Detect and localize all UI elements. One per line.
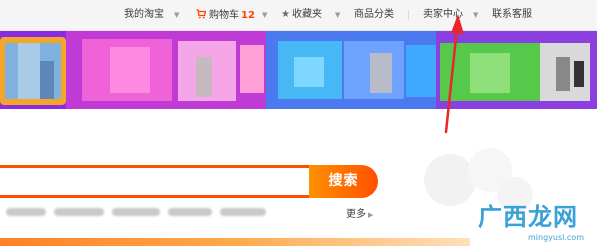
caret-down-icon[interactable]: ▼ — [174, 9, 179, 21]
nav-my-taobao[interactable]: 我的淘宝 — [124, 9, 164, 21]
more-label: 更多 — [346, 209, 366, 220]
hot-words-list — [0, 205, 280, 219]
hot-word[interactable] — [220, 208, 266, 216]
hot-word[interactable] — [168, 208, 212, 216]
top-nav-bar: 我的淘宝 ▼ 购物车 12 ▼ ★ 收藏夹 ▼ 商品分类 卖家中心 ▼ 联系客服 — [0, 0, 597, 31]
cart-count-badge: 12 — [241, 10, 255, 21]
nav-favorites[interactable]: ★ 收藏夹 — [281, 9, 322, 21]
chevron-right-icon: ▶ — [368, 211, 374, 219]
bottom-banner-strip — [0, 238, 470, 246]
cart-label: 购物车 — [209, 10, 239, 21]
caret-down-icon[interactable]: ▼ — [473, 9, 478, 21]
caret-down-icon[interactable]: ▼ — [335, 9, 340, 21]
watermark-url: mingyusl.com — [528, 233, 584, 242]
divider — [408, 10, 409, 20]
hot-word[interactable] — [54, 208, 104, 216]
star-icon: ★ — [281, 9, 290, 20]
caret-down-icon[interactable]: ▼ — [262, 9, 267, 21]
hot-word[interactable] — [6, 208, 46, 216]
search-input[interactable] — [0, 165, 309, 198]
promo-banner[interactable] — [0, 31, 597, 109]
nav-cart[interactable]: 购物车 12 — [196, 9, 255, 22]
cart-icon — [196, 9, 206, 19]
more-link[interactable]: 更多 ▶ — [346, 205, 373, 220]
hot-word[interactable] — [112, 208, 160, 216]
nav-seller-center[interactable]: 卖家中心 — [423, 9, 463, 21]
favorites-label: 收藏夹 — [291, 9, 322, 20]
search-button[interactable]: 搜索 — [309, 165, 378, 198]
watermark-text: 广西龙网 — [478, 203, 578, 231]
nav-categories[interactable]: 商品分类 — [354, 9, 394, 21]
nav-contact-service[interactable]: 联系客服 — [492, 9, 532, 21]
